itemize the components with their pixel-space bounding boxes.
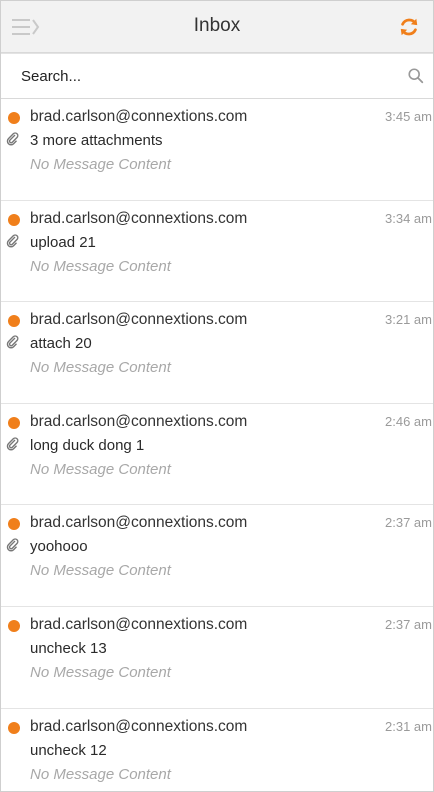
list-item[interactable]: brad.carlson@connextions.com 2:31 am unc… [1, 708, 433, 791]
unread-dot-icon [8, 112, 20, 124]
message-time: 2:37 am [385, 616, 432, 632]
message-time: 2:31 am [385, 718, 432, 734]
search-input[interactable] [1, 54, 433, 98]
message-time: 3:21 am [385, 312, 432, 328]
paperclip-icon [6, 233, 19, 248]
list-item[interactable]: brad.carlson@connextions.com 2:46 am lon… [1, 403, 433, 506]
page-title: Inbox [193, 15, 241, 36]
message-subject: upload 21 [30, 233, 96, 251]
sender-email: brad.carlson@connextions.com [30, 615, 248, 633]
message-subject: long duck dong 1 [30, 436, 145, 454]
message-preview: No Message Content [30, 765, 171, 783]
sender-email: brad.carlson@connextions.com [30, 412, 248, 430]
paperclip-icon [6, 132, 19, 146]
sender-email: brad.carlson@connextions.com [30, 514, 248, 532]
list-item[interactable]: brad.carlson@connextions.com 3:34 am upl… [1, 200, 433, 303]
list-item[interactable]: brad.carlson@connextions.com 3:45 am 3 m… [1, 99, 433, 201]
sender-email: brad.carlson@connextions.com [30, 209, 248, 227]
search-box [1, 53, 433, 98]
search-bar [1, 53, 433, 99]
header-bar: Inbox [1, 1, 433, 53]
refresh-icon [400, 18, 418, 36]
message-time: 2:37 am [385, 515, 432, 531]
unread-dot-icon [8, 619, 20, 632]
search-icon[interactable] [407, 67, 425, 85]
message-list: brad.carlson@connextions.com 3:45 am 3 m… [1, 99, 433, 791]
message-time: 3:34 am [385, 210, 432, 226]
unread-dot-icon [8, 416, 20, 429]
message-preview: No Message Content [30, 663, 171, 681]
message-preview: No Message Content [30, 156, 171, 173]
unread-dot-icon [8, 518, 20, 531]
list-item[interactable]: brad.carlson@connextions.com 2:37 am unc… [1, 606, 433, 709]
message-subject: uncheck 13 [30, 639, 107, 657]
unread-dot-icon [8, 315, 20, 328]
unread-dot-icon [8, 721, 20, 734]
sender-email: brad.carlson@connextions.com [30, 311, 248, 329]
list-item[interactable]: brad.carlson@connextions.com 2:37 am yoo… [1, 505, 433, 607]
paperclip-icon [6, 437, 19, 451]
paperclip-icon [6, 538, 19, 552]
message-subject: attach 20 [30, 335, 92, 353]
message-subject: yoohooo [30, 538, 88, 556]
list-item[interactable]: brad.carlson@connextions.com 3:21 am att… [1, 302, 433, 404]
message-time: 3:45 am [385, 109, 432, 124]
message-subject: uncheck 12 [30, 741, 107, 759]
refresh-button[interactable] [393, 12, 425, 42]
message-preview: No Message Content [30, 460, 171, 478]
sender-email: brad.carlson@connextions.com [30, 108, 248, 125]
message-time: 2:46 am [385, 413, 432, 429]
paperclip-icon [6, 335, 19, 349]
message-preview: No Message Content [30, 562, 171, 580]
sender-email: brad.carlson@connextions.com [30, 717, 248, 735]
message-preview: No Message Content [30, 257, 171, 275]
message-subject: 3 more attachments [30, 132, 163, 149]
unread-dot-icon [8, 213, 20, 226]
message-preview: No Message Content [30, 359, 171, 377]
app-frame: Inbox brad.carlson@connextions.com [0, 0, 434, 792]
